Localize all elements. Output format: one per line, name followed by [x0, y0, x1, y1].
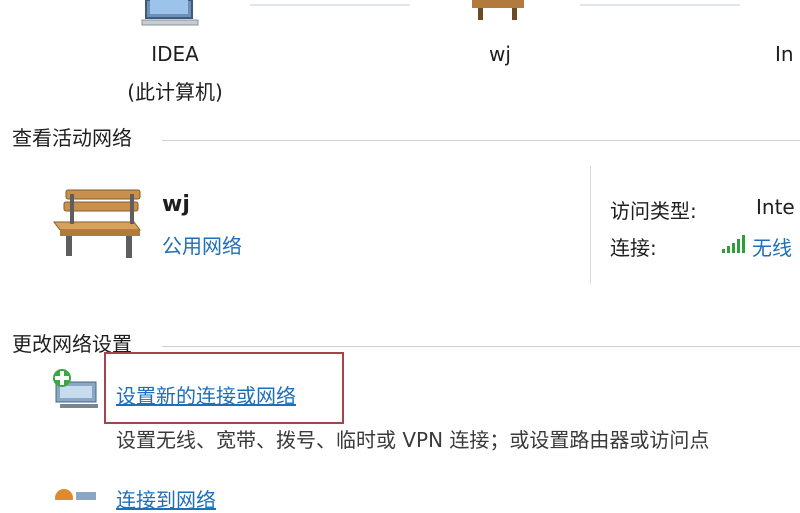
access-type-value: Inte: [756, 195, 795, 219]
setup-new-connection-link[interactable]: 设置新的连接或网络: [116, 380, 296, 409]
computer-sublabel: (此计算机): [127, 80, 223, 104]
internet-label[interactable]: In: [775, 42, 800, 66]
map-connector-line: [580, 4, 740, 6]
network-label[interactable]: wj: [470, 42, 530, 66]
connect-to-network-link[interactable]: 连接到网络: [116, 484, 216, 513]
computer-icon[interactable]: [138, 0, 208, 26]
active-network-name: wj: [162, 192, 190, 217]
active-networks-title: 查看活动网络: [12, 126, 132, 150]
setup-new-connection-description: 设置无线、宽带、拨号、临时或 VPN 连接；或设置路由器或访问点: [116, 428, 710, 452]
connection-label: 连接:: [610, 236, 657, 260]
new-connection-icon: [50, 368, 102, 410]
computer-label[interactable]: IDEA: [120, 42, 230, 66]
connect-network-icon: [50, 484, 102, 507]
section-divider: [162, 140, 800, 141]
bench-icon[interactable]: [468, 0, 528, 22]
bench-icon: [48, 184, 144, 264]
wifi-signal-icon: [722, 234, 748, 254]
section-divider: [162, 346, 800, 347]
connection-link[interactable]: 无线: [752, 232, 792, 261]
map-connector-line: [250, 4, 410, 6]
access-type-label: 访问类型:: [610, 199, 697, 223]
vertical-divider: [590, 166, 591, 284]
network-type-link[interactable]: 公用网络: [162, 230, 242, 259]
